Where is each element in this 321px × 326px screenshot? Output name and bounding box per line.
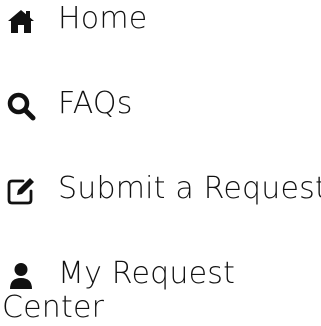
nav-item-label: Home [58,1,148,36]
home-icon [6,6,36,36]
sidebar-nav: Home FAQs Submit a Request My Request Ce… [0,0,321,326]
nav-item-label: Submit a Request [58,171,321,206]
nav-item-label-continued: Center [2,290,105,325]
search-icon [6,91,36,121]
user-icon [6,261,36,291]
nav-item-label: My Request [58,256,236,291]
nav-item-label: FAQs [58,86,133,121]
edit-icon [6,176,36,206]
